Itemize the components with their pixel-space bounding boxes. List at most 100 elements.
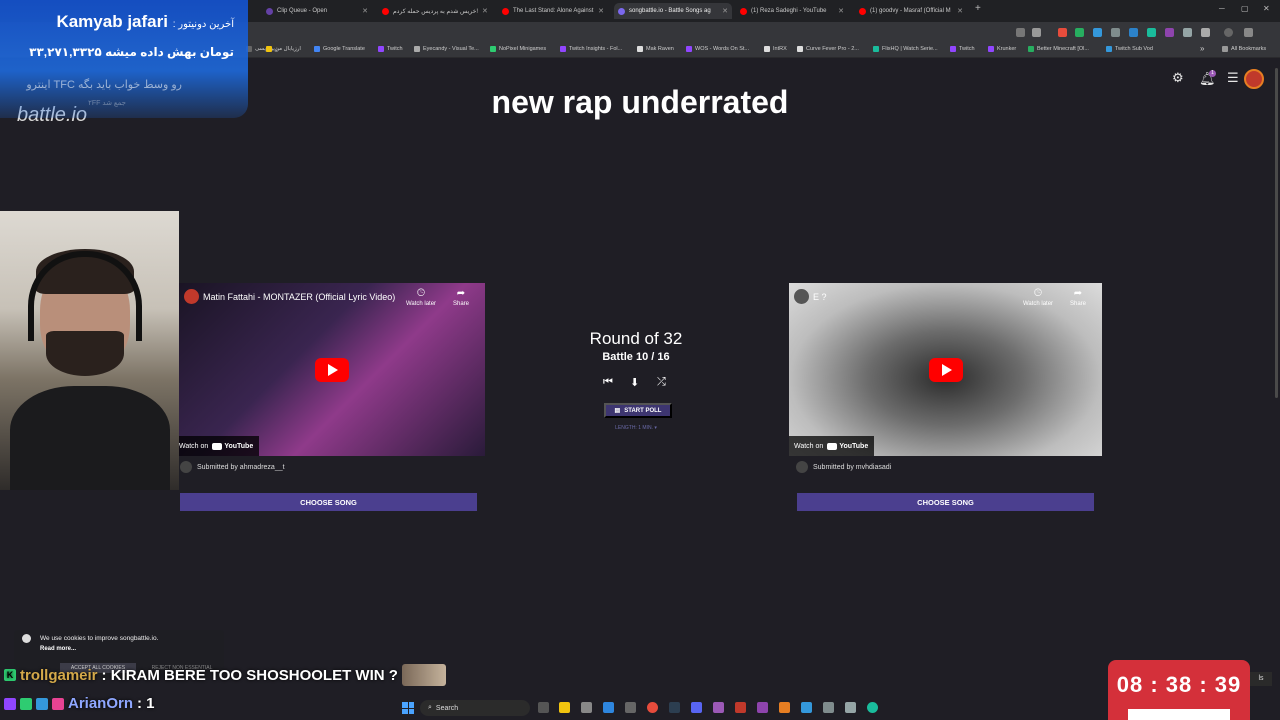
menu-icon[interactable] [1244,28,1253,37]
extension-icon[interactable] [1093,28,1102,37]
watch-on-youtube-link[interactable]: Watch on YouTube [179,436,260,456]
bookmark-item[interactable]: Twitch Insights - Fol... [560,46,622,52]
app-icon[interactable] [801,702,812,713]
previous-icon[interactable]: ⏮ [603,376,613,389]
extension-icon[interactable] [1075,28,1084,37]
all-bookmarks[interactable]: All Bookmarks [1222,46,1266,52]
close-window-icon[interactable]: ✕ [1263,4,1270,13]
bookmark-item[interactable]: Twitch [378,46,403,52]
bookmark-item[interactable]: Twitch [950,46,975,52]
bookmarks-overflow-icon[interactable]: » [1200,44,1204,53]
youtube-icon [827,442,838,450]
close-tab-icon[interactable]: ✕ [598,7,604,15]
left-submitted-by: Submitted by ahmadreza__t [180,461,285,473]
task-view-icon[interactable] [538,702,549,713]
tab-youtube-1[interactable]: خریس شدم به پردیس حمله کردم! ✕ [378,3,490,19]
windows-start-icon[interactable] [402,702,414,714]
bookmark-item[interactable]: Twitch Sub Vod [1106,46,1153,52]
app-icon[interactable] [845,702,856,713]
close-tab-icon[interactable]: ✕ [362,7,368,15]
bookmark-item[interactable]: NoPixel Minigames [490,46,546,52]
scrollbar-thumb[interactable] [1275,68,1278,398]
corner-tag: ls [1250,672,1272,686]
steam-icon[interactable] [669,702,680,713]
close-tab-icon[interactable]: ✕ [722,7,728,15]
profile-icon[interactable] [1224,28,1233,37]
extension-icon[interactable] [1058,28,1067,37]
play-button[interactable] [928,357,963,382]
bookmark-item[interactable]: WOS - Words On St... [686,46,749,52]
star-icon[interactable] [1032,28,1041,37]
close-tab-icon[interactable]: ✕ [838,7,844,15]
poll-length-select[interactable]: LENGTH: 1 MIN. ▾ [560,425,712,431]
donation-submessage: ۲FF جمع شد [88,100,126,107]
maximize-icon[interactable]: ▢ [1241,4,1249,13]
bookmark-item[interactable]: Curve Fever Pro - 2... [797,46,859,52]
shuffle-icon[interactable]: ⤮ [657,376,666,389]
share-button[interactable]: ➦ Share [441,288,481,307]
file-explorer-icon[interactable] [559,702,570,713]
bookmark-item[interactable]: ارزیابال من [266,46,301,52]
extension-icon[interactable] [1129,28,1138,37]
store-icon[interactable] [581,702,592,713]
download-icon[interactable]: ⬇ [630,376,639,389]
bookmark-item[interactable]: IntRX [764,46,787,52]
submitter-avatar [180,461,192,473]
bookmark-item[interactable]: Eyecandy - Visual Te... [414,46,479,52]
edge-icon[interactable] [603,702,614,713]
right-song-video[interactable]: E ? 🕒︎ Watch later ➦ Share Watch on YouT… [789,283,1102,456]
tab-songbattle[interactable]: songbattle.io - Battle Songs ag ✕ [614,3,732,19]
share-icon: ➦ [456,288,466,299]
new-tab-button[interactable]: + [975,3,981,14]
video-title[interactable]: E ? [813,292,827,302]
app-icon[interactable] [867,702,878,713]
video-title[interactable]: Matin Fattahi - MONTAZER (Official Lyric… [203,292,395,302]
chrome-icon[interactable] [647,702,658,713]
app-icon[interactable] [735,702,746,713]
choose-left-song-button[interactable]: CHOOSE SONG [180,493,477,511]
discord-icon[interactable] [691,702,702,713]
watch-later-button[interactable]: 🕒︎ Watch later [1018,288,1058,307]
tab-youtube-2[interactable]: The Last Stand: Alone Against ✕ [498,3,608,19]
app-icon[interactable] [779,702,790,713]
extension-icon[interactable] [1147,28,1156,37]
puzzle-icon[interactable] [1201,28,1210,37]
timer-bar [1128,709,1230,720]
scrollbar[interactable] [1274,58,1279,398]
bookmark-item[interactable]: Mak Raven [637,46,674,52]
tab-goodvy[interactable]: (1) goodvy - Masraf (Official M ✕ [855,3,967,19]
streamer-webcam [0,211,179,490]
hamburger-menu-icon[interactable]: ☰ [1227,70,1239,86]
watch-later-button[interactable]: 🕒︎ Watch later [401,288,441,307]
extension-icon[interactable] [1183,28,1192,37]
share-button[interactable]: ➦ Share [1058,288,1098,307]
app-icon[interactable] [823,702,834,713]
extension-icon[interactable] [1111,28,1120,37]
gear-icon[interactable]: ⚙ [1172,70,1184,86]
watch-on-youtube-link[interactable]: Watch on YouTube [789,436,875,456]
left-song-video[interactable]: Matin Fattahi - MONTAZER (Official Lyric… [179,283,485,456]
app-icon[interactable] [757,702,768,713]
cookie-read-more-link[interactable]: Read more... [40,646,76,652]
tab-clip-queue[interactable]: Clip Queue - Open ✕ [262,3,372,19]
start-poll-button[interactable]: ▤ START POLL [604,403,672,418]
app-icon[interactable] [713,702,724,713]
close-tab-icon[interactable]: ✕ [957,7,963,15]
bookmark-item[interactable]: Better Minecraft [Ol... [1028,46,1089,52]
close-tab-icon[interactable]: ✕ [482,7,488,15]
right-submitted-by: Submitted by mvhdiasadi [796,461,891,473]
settings-icon[interactable] [625,702,636,713]
taskbar-search[interactable]: ⌕ Search [420,700,530,716]
play-button[interactable] [315,357,349,382]
bookmark-item[interactable]: Google Translate [314,46,365,52]
minimize-icon[interactable]: ─ [1219,4,1225,13]
channel-avatar[interactable] [794,289,809,304]
extension-icon[interactable] [1165,28,1174,37]
user-avatar[interactable] [1244,69,1264,89]
install-icon[interactable] [1016,28,1025,37]
choose-right-song-button[interactable]: CHOOSE SONG [797,493,1094,511]
channel-avatar[interactable] [184,289,199,304]
bookmark-item[interactable]: Krunker [988,46,1016,52]
tab-reza-sadeghi[interactable]: (1) Reza Sadeghi - YouTube ✕ [736,3,848,19]
bookmark-item[interactable]: FlixHQ | Watch Serie... [873,46,938,52]
